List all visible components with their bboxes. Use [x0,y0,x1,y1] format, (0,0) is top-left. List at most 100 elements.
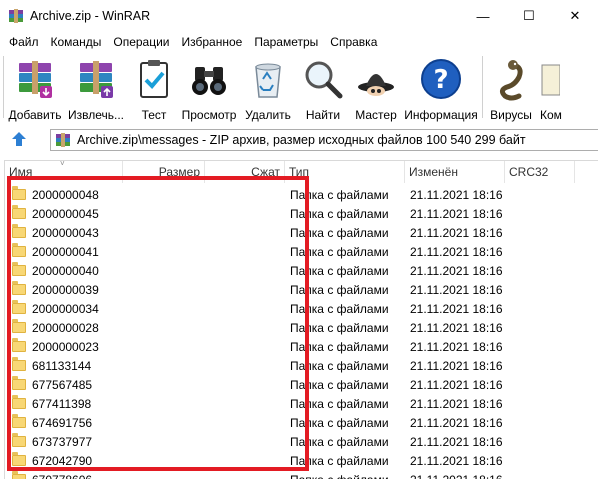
file-modified: 21.11.2021 18:16 [410,377,503,392]
column-size[interactable]: Размер [123,161,205,183]
comment-button[interactable]: Ком [536,52,576,124]
table-row[interactable]: 677567485 Папка с файлами 21.11.2021 18:16 [5,375,598,394]
column-crc32-label: CRC32 [509,165,549,179]
table-row[interactable]: 2000000023 Папка с файлами 21.11.2021 18:1… [5,337,598,356]
folder-icon [12,300,26,314]
menu-help[interactable]: Справка [324,35,383,49]
find-label: Найти [305,108,341,122]
address-bar: Archive.zip\messages - ZIP архив, размер… [0,126,598,154]
toolbar: Добавить Извлечь... Тест Просмотр Удалит… [0,52,598,124]
snake-icon [487,55,535,103]
wizard-label: Мастер [355,108,397,122]
file-type: Папка с файлами [290,339,389,354]
table-row[interactable]: 2000000043 Папка с файлами 21.11.2021 18:1… [5,223,598,242]
column-crc32[interactable]: CRC32 [505,161,575,183]
up-folder-button[interactable] [4,126,34,154]
column-name-label: Имя [9,165,33,179]
file-name: 2000000034 [32,301,99,316]
winrar-app-icon [8,8,24,24]
view-button[interactable]: Просмотр [179,52,239,124]
wizard-button[interactable]: Мастер [349,52,403,124]
file-modified: 21.11.2021 18:16 [410,358,503,373]
archive-icon [55,132,71,148]
svg-text:?: ? [433,65,448,95]
file-type: Папка с файлами [290,225,389,240]
file-name-cell: 2000000045 [12,204,99,223]
table-row[interactable]: 2000000041 Папка с файлами 21.11.2021 18:1… [5,242,598,261]
window-title: Archive.zip - WinRAR [30,9,151,23]
file-type: Папка с файлами [290,206,389,221]
virus-scan-label: Вирусы [490,108,532,122]
comment-label: Ком [540,108,562,122]
file-modified: 21.11.2021 18:16 [410,339,503,354]
folder-icon [12,357,26,371]
table-row[interactable]: 673737977 Папка с файлами 21.11.2021 18:16 [5,432,598,451]
file-type: Папка с файлами [290,453,389,468]
file-name-cell: 673737977 [12,432,92,451]
column-type-label: Тип [289,165,310,179]
table-row[interactable]: 2000000040 Папка с файлами 21.11.2021 18:1… [5,261,598,280]
table-row[interactable]: 672042790 Папка с файлами 21.11.2021 18:16 [5,451,598,470]
folder-icon [12,376,26,390]
comment-icon [536,55,584,103]
magnifier-icon [299,55,347,103]
virus-scan-button[interactable]: Вирусы [486,52,536,124]
folder-icon [12,224,26,238]
column-packed[interactable]: Сжат [205,161,285,183]
address-field[interactable]: Archive.zip\messages - ZIP архив, размер… [50,129,598,151]
extract-books-icon [72,55,120,103]
test-label: Тест [141,108,167,122]
column-type[interactable]: Тип [285,161,405,183]
folder-icon [12,414,26,428]
file-type: Папка с файлами [290,263,389,278]
folder-icon [12,338,26,352]
minimize-button[interactable]: — [460,0,506,32]
add-button[interactable]: Добавить [7,52,63,124]
table-row[interactable]: 681133144 Папка с файлами 21.11.2021 18:16 [5,356,598,375]
sort-chevron-icon: ˅ [60,160,65,168]
file-type: Папка с файлами [290,320,389,335]
folder-icon [12,433,26,447]
table-row[interactable]: 670778606 Папка с файлами 21.11.2021 18:16 [5,470,598,479]
file-name-cell: 674691756 [12,413,92,432]
file-name: 2000000048 [32,187,99,202]
menu-favorites[interactable]: Избранное [176,35,249,49]
table-row[interactable]: 674691756 Папка с файлами 21.11.2021 18:16 [5,413,598,432]
table-row[interactable]: 677411398 Папка с файлами 21.11.2021 18:16 [5,394,598,413]
find-button[interactable]: Найти [297,52,349,124]
file-type: Папка с файлами [290,282,389,297]
close-button[interactable]: ✕ [552,0,598,32]
file-name: 2000000028 [32,320,99,335]
file-name-cell: 2000000043 [12,223,99,242]
file-name: 670778606 [32,473,92,479]
file-type: Папка с файлами [290,187,389,202]
test-button[interactable]: Тест [129,52,179,124]
delete-label: Удалить [245,108,291,122]
delete-button[interactable]: Удалить [239,52,297,124]
file-list[interactable]: Имя ˅ Размер Сжат Тип Изменён CRC32 2000… [4,160,598,479]
menu-operations[interactable]: Операции [107,35,175,49]
column-name[interactable]: Имя ˅ [5,161,123,183]
file-modified: 21.11.2021 18:16 [410,225,503,240]
menu-commands[interactable]: Команды [45,35,108,49]
info-button[interactable]: ? Информация [403,52,479,124]
file-name-cell: 2000000039 [12,280,99,299]
file-name: 673737977 [32,434,93,449]
maximize-button[interactable]: ☐ [506,0,552,32]
file-name: 2000000043 [32,225,99,240]
file-modified: 21.11.2021 18:16 [410,206,503,221]
file-name: 2000000023 [32,339,99,354]
extract-button[interactable]: Извлечь... [63,52,129,124]
table-row[interactable]: 2000000034 Папка с файлами 21.11.2021 18:1… [5,299,598,318]
file-name: 672042790 [32,453,93,468]
add-label: Добавить [8,108,62,122]
menu-options[interactable]: Параметры [248,35,324,49]
address-path: Archive.zip\messages - ZIP архив, размер… [77,133,526,147]
table-row[interactable]: 2000000045 Папка с файлами 21.11.2021 18:1… [5,204,598,223]
table-row[interactable]: 2000000039 Папка с файлами 21.11.2021 18:1… [5,280,598,299]
column-modified[interactable]: Изменён [405,161,505,183]
file-modified: 21.11.2021 18:16 [410,415,503,430]
menu-file[interactable]: Файл [3,35,45,49]
table-row[interactable]: 2000000048 Папка с файлами 21.11.2021 18:1… [5,185,598,204]
table-row[interactable]: 2000000028 Папка с файлами 21.11.2021 18:1… [5,318,598,337]
